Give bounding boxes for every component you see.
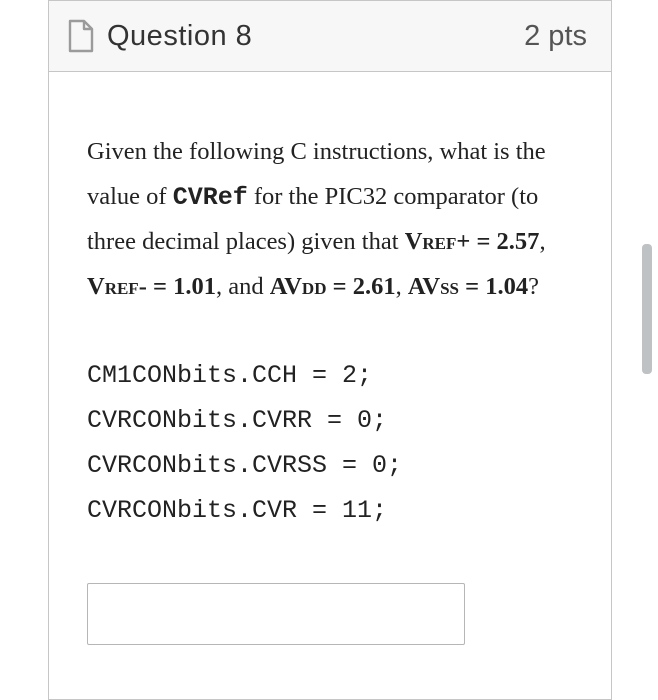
prompt-text: , and	[216, 273, 270, 300]
avss-label: AVss	[408, 273, 459, 300]
question-title: Question 8	[107, 20, 252, 53]
code-line: CVRCONbits.CVRSS = 0;	[87, 443, 571, 488]
avss-value: = 1.04	[459, 273, 528, 300]
prompt-text: ,	[539, 228, 545, 255]
vrefm-value: = 1.01	[147, 273, 216, 300]
question-body: Given the following C instructions, what…	[49, 72, 611, 685]
question-card: Question 8 2 pts Given the following C i…	[48, 0, 612, 700]
question-points: 2 pts	[524, 20, 587, 53]
answer-input[interactable]	[87, 583, 465, 645]
vrefp-value: = 2.57	[470, 228, 539, 255]
vrefm-label: Vref-	[87, 273, 147, 300]
code-block: CM1CONbits.CCH = 2; CVRCONbits.CVRR = 0;…	[87, 353, 571, 533]
vrefp-label: Vref+	[405, 228, 471, 255]
question-prompt: Given the following C instructions, what…	[87, 130, 571, 309]
scrollbar-thumb[interactable]	[642, 244, 652, 374]
cvref-term: CVRef	[173, 183, 248, 212]
prompt-text: ,	[396, 273, 408, 300]
prompt-text: ?	[528, 273, 539, 300]
question-header: Question 8 2 pts	[49, 1, 611, 72]
header-left: Question 8	[67, 19, 252, 53]
document-icon	[67, 19, 95, 53]
code-line: CVRCONbits.CVRR = 0;	[87, 398, 571, 443]
code-line: CVRCONbits.CVR = 11;	[87, 488, 571, 533]
code-line: CM1CONbits.CCH = 2;	[87, 353, 571, 398]
avdd-label: AVdd	[270, 273, 327, 300]
avdd-value: = 2.61	[327, 273, 396, 300]
